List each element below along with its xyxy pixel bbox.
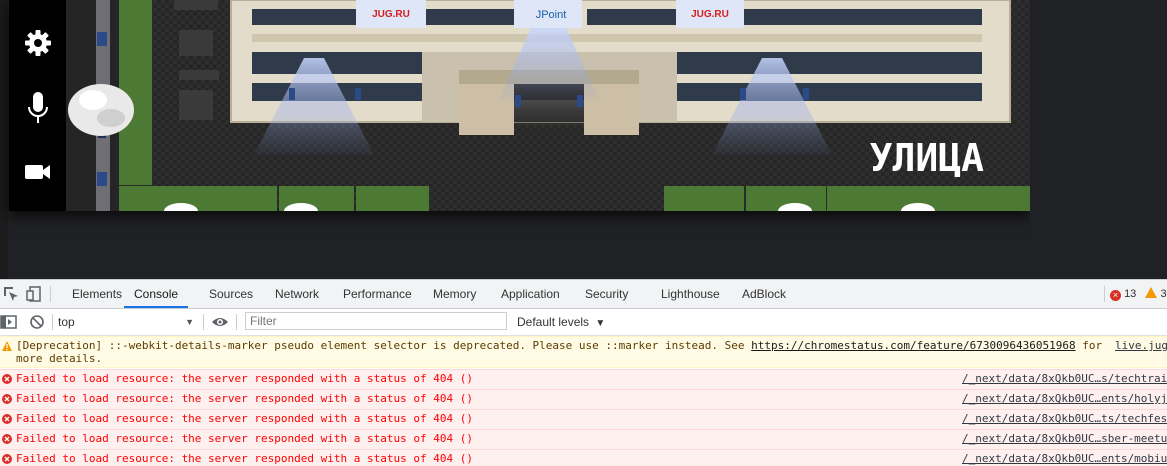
warning-icon	[2, 341, 12, 351]
tab-network[interactable]: Network	[275, 280, 319, 308]
context-selector[interactable]: top ▼	[58, 313, 198, 331]
error-icon	[2, 374, 12, 384]
game-canvas[interactable]: JUG.RU JPoint JUG.RU УЛИЦА	[9, 0, 1030, 211]
console-error-message: Failed to load resource: the server resp…	[0, 409, 1167, 429]
devtools-panel: Elements Console Sources Network Perform…	[0, 279, 1167, 466]
chromestatus-link[interactable]: https://chromestatus.com/feature/6730096…	[751, 339, 1076, 352]
log-levels-dropdown[interactable]: Default levels ▼	[517, 313, 605, 333]
console-error-message: Failed to load resource: the server resp…	[0, 389, 1167, 409]
inspect-element-icon[interactable]	[2, 285, 20, 303]
camera-icon	[25, 165, 50, 179]
context-selector-value: top	[58, 315, 75, 329]
error-icon: ×	[1110, 290, 1121, 301]
building-sign-text: JPoint	[536, 9, 567, 21]
chevron-down-icon: ▼	[595, 318, 606, 329]
microphone-icon	[28, 92, 48, 123]
camera-button[interactable]	[22, 156, 54, 188]
tab-lighthouse[interactable]: Lighthouse	[661, 280, 720, 308]
tab-sources[interactable]: Sources	[209, 280, 253, 308]
tab-elements[interactable]: Elements	[72, 280, 122, 308]
console-message-source[interactable]: /_next/data/8xQkb0UC…ents/mobiu	[962, 452, 1167, 465]
app-viewport: JUG.RU JPoint JUG.RU УЛИЦА	[0, 0, 1167, 279]
console-message-text: Failed to load resource: the server resp…	[16, 372, 473, 385]
tree	[68, 84, 134, 136]
page-background	[1030, 0, 1167, 279]
error-icon	[2, 434, 12, 444]
console-message-source[interactable]: /_next/data/8xQkb0UC…sber-meetu	[962, 432, 1167, 445]
tab-console[interactable]: Console	[124, 280, 189, 308]
sidebar-toggle-icon[interactable]	[0, 313, 18, 331]
media-controls	[9, 0, 66, 211]
zone-label: УЛИЦА	[870, 136, 985, 180]
banner-right-text: JUG.RU	[691, 9, 729, 20]
tab-performance[interactable]: Performance	[343, 280, 412, 308]
settings-button[interactable]	[22, 27, 54, 59]
tab-adblock[interactable]: AdBlock	[742, 280, 786, 308]
warning-count: 3	[1160, 288, 1167, 300]
console-message-source[interactable]: /_next/data/8xQkb0UC…ents/holyj	[962, 392, 1167, 405]
console-filter-input[interactable]	[245, 312, 507, 330]
console-message-source[interactable]: /_next/data/8xQkb0UC…s/techtrai	[962, 372, 1167, 385]
console-error-message: Failed to load resource: the server resp…	[0, 429, 1167, 449]
console-warning-message: [Deprecation] ::-webkit-details-marker p…	[0, 336, 1167, 368]
console-filter-bar: top ▼ Default levels ▼	[0, 309, 1167, 336]
console-message-text: Failed to load resource: the server resp…	[16, 452, 473, 465]
tab-memory[interactable]: Memory	[433, 280, 476, 308]
console-message-text: Failed to load resource: the server resp…	[16, 412, 473, 425]
console-message-text: [Deprecation] ::-webkit-details-marker p…	[16, 339, 1103, 352]
console-message-source[interactable]: /_next/data/8xQkb0UC…ts/techfes	[962, 412, 1167, 425]
live-expression-eye-icon[interactable]	[211, 313, 229, 331]
log-levels-label: Default levels	[517, 315, 590, 329]
console-message-text: Failed to load resource: the server resp…	[16, 432, 473, 445]
clear-console-icon[interactable]	[28, 313, 46, 331]
banner-left-text: JUG.RU	[372, 9, 410, 20]
tab-application[interactable]: Application	[501, 280, 560, 308]
issue-counter[interactable]: × 13 3	[1110, 287, 1167, 301]
console-error-message: Failed to load resource: the server resp…	[0, 449, 1167, 466]
page-scrollbar[interactable]	[0, 0, 8, 279]
game-scene[interactable]: JUG.RU JPoint JUG.RU УЛИЦА	[9, 0, 1030, 211]
error-icon	[2, 454, 12, 464]
warning-icon	[1145, 287, 1158, 298]
devtools-tabbar: Elements Console Sources Network Perform…	[0, 280, 1167, 309]
gear-icon	[25, 30, 51, 56]
console-message-source[interactable]: live.jug	[1115, 339, 1167, 352]
error-icon	[2, 414, 12, 424]
console-error-message: Failed to load resource: the server resp…	[0, 369, 1167, 389]
console-messages: [Deprecation] ::-webkit-details-marker p…	[0, 336, 1167, 466]
console-message-text: Failed to load resource: the server resp…	[16, 392, 473, 405]
error-icon	[2, 394, 12, 404]
chevron-down-icon: ▼	[185, 317, 194, 327]
console-message-text-line2: more details.	[16, 352, 103, 365]
device-toolbar-icon[interactable]	[26, 285, 44, 303]
error-count: 13	[1124, 288, 1137, 300]
tab-security[interactable]: Security	[585, 280, 628, 308]
microphone-button[interactable]	[22, 91, 54, 123]
